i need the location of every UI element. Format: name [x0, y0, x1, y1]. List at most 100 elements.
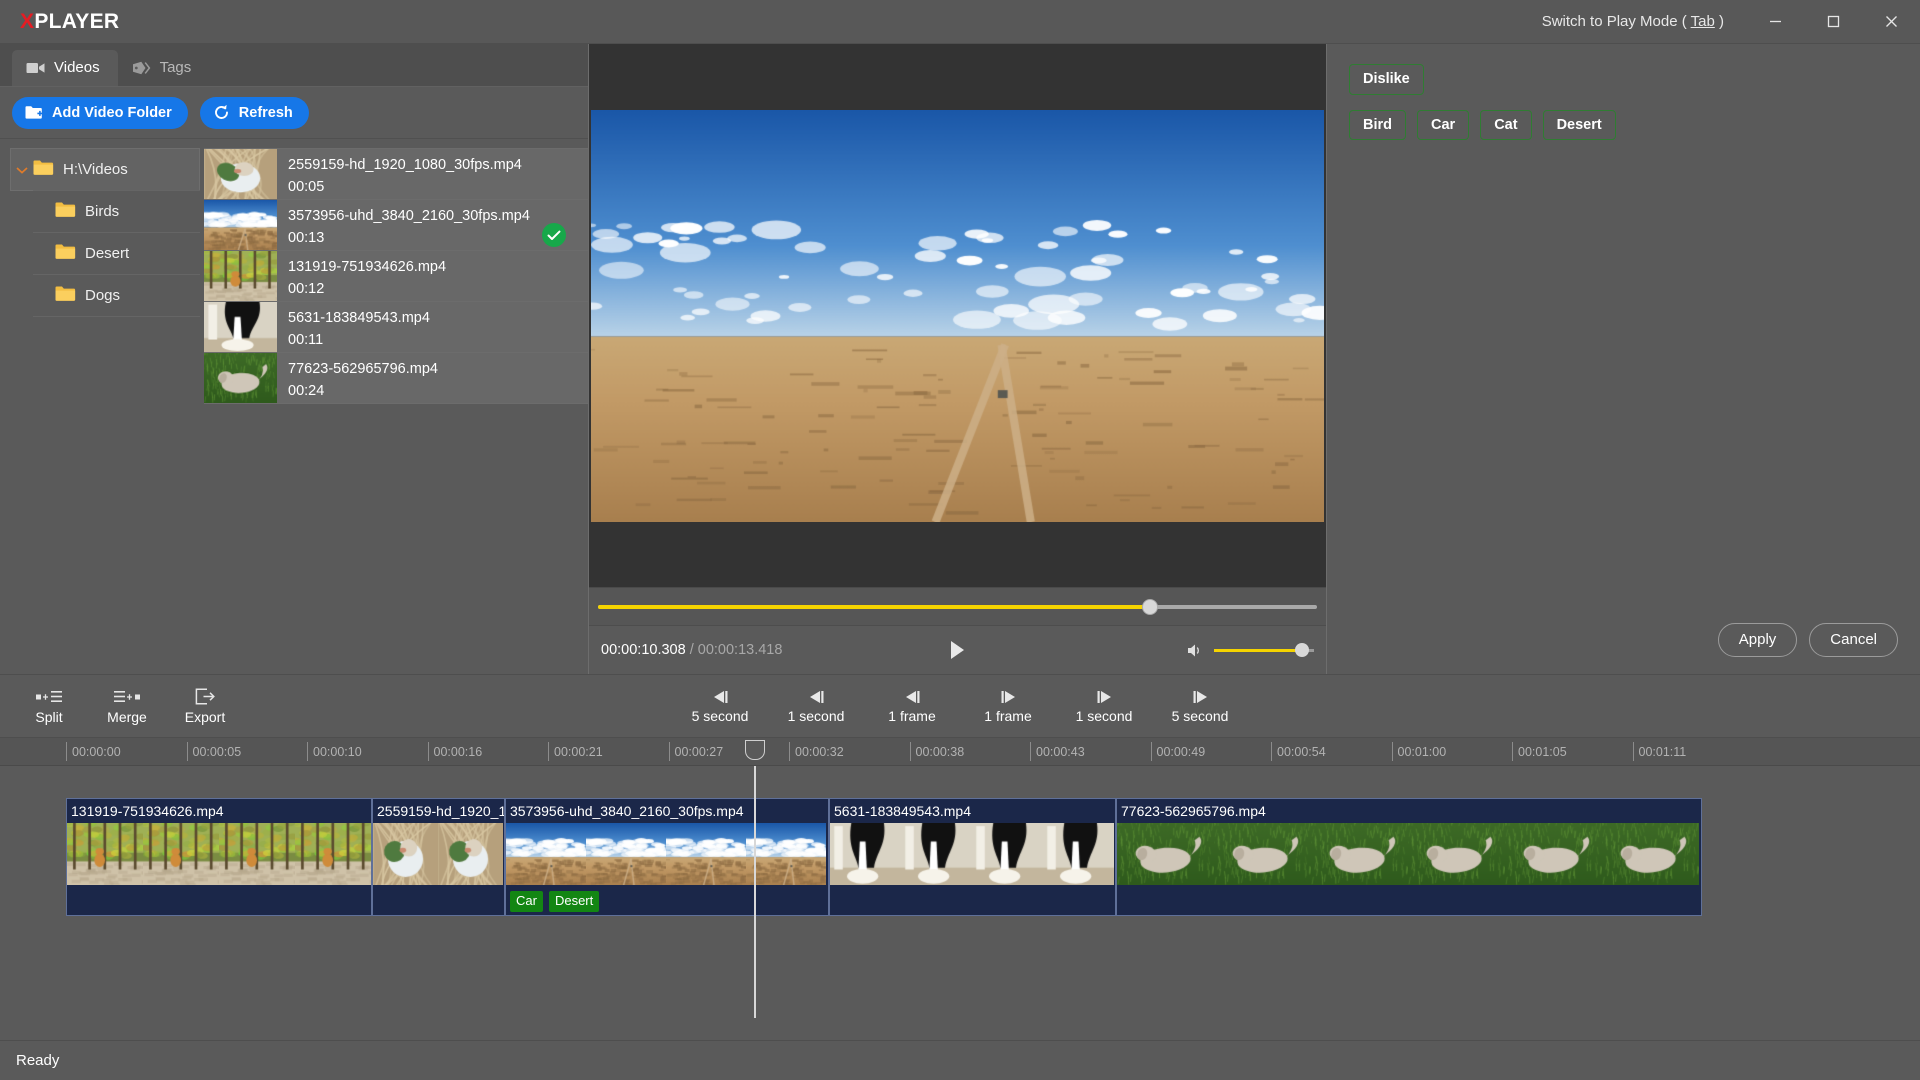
filmstrip-frame — [901, 823, 972, 885]
clip-tag-car[interactable]: Car — [510, 891, 543, 912]
filmstrip-frame — [1505, 823, 1602, 885]
video-file-name: 2559159-hd_1920_1080_30fps.mp4 — [288, 155, 588, 176]
video-file-name: 5631-183849543.mp4 — [288, 308, 588, 329]
chevron-down-icon[interactable] — [11, 166, 33, 174]
video-duration: 00:05 — [288, 177, 588, 198]
speaker-icon[interactable] — [1187, 643, 1204, 658]
filmstrip-frame — [972, 823, 1043, 885]
seek-bar-row — [589, 587, 1326, 625]
clip-title: 5631-183849543.mp4 — [830, 799, 1115, 823]
video-list: 2559159-hd_1920_1080_30fps.mp400:0535739… — [200, 139, 588, 674]
player-controls: 00:00:10.308 / 00:00:13.418 — [589, 625, 1326, 674]
playhead-handle[interactable] — [745, 740, 765, 760]
video-thumbnail — [204, 251, 277, 301]
tree-item-hvideos[interactable]: H:\Videos — [10, 148, 200, 191]
maximize-button[interactable] — [1804, 0, 1862, 44]
folder-icon — [55, 243, 76, 264]
step-label: 5 second — [1172, 708, 1229, 724]
ruler-tick-label: 00:01:11 — [1633, 745, 1687, 759]
seek-bar[interactable] — [598, 605, 1317, 609]
tree-item-desert[interactable]: Desert — [33, 232, 200, 275]
folder-icon — [33, 159, 54, 180]
clip-filmstrip — [830, 823, 1115, 885]
tab-tags[interactable]: Tags — [118, 50, 210, 86]
timeline-clip[interactable]: 77623-562965796.mp4 — [1116, 798, 1702, 916]
export-button[interactable]: Export — [166, 687, 244, 725]
ruler-tick-label: 00:01:05 — [1512, 745, 1567, 759]
ruler-tick-label: 00:00:16 — [428, 745, 483, 759]
dislike-chip[interactable]: Dislike — [1349, 64, 1424, 95]
volume-slider-fill — [1214, 649, 1302, 652]
merge-button[interactable]: Merge — [88, 687, 166, 725]
ruler-tick: 00:00:54 — [1271, 738, 1326, 766]
play-button[interactable] — [941, 633, 975, 667]
filmstrip-frame — [1311, 823, 1408, 885]
add-video-folder-button[interactable]: Add Video Folder — [12, 97, 188, 129]
step-forward-5-second[interactable]: 5 second — [1152, 688, 1248, 724]
video-thumbnail — [204, 353, 277, 403]
clip-filmstrip — [373, 823, 504, 885]
step-forward-icon — [998, 688, 1019, 705]
video-list-item[interactable]: 2559159-hd_1920_1080_30fps.mp400:05 — [204, 148, 588, 200]
video-preview-canvas — [591, 110, 1324, 522]
split-label: Split — [35, 709, 62, 725]
video-list-item[interactable]: 77623-562965796.mp400:24 — [204, 352, 588, 404]
video-meta: 77623-562965796.mp400:24 — [277, 353, 588, 403]
filmstrip-frame — [746, 823, 826, 885]
step-back-5-second[interactable]: 5 second — [672, 688, 768, 724]
clip-filmstrip — [506, 823, 828, 885]
video-list-item[interactable]: 5631-183849543.mp400:11 — [204, 301, 588, 353]
clip-filmstrip — [67, 823, 371, 885]
seek-bar-handle[interactable] — [1142, 599, 1158, 615]
time-separator: / — [686, 642, 698, 658]
tag-panel-actions: Apply Cancel — [1349, 623, 1898, 675]
step-forward-1-second[interactable]: 1 second — [1056, 688, 1152, 724]
filmstrip-frame — [666, 823, 746, 885]
tag-chip-bird[interactable]: Bird — [1349, 110, 1406, 141]
timeline-clip[interactable]: 3573956-uhd_3840_2160_30fps.mp4CarDesert — [505, 798, 829, 916]
ruler-tick: 00:00:49 — [1151, 738, 1206, 766]
tag-chip-car[interactable]: Car — [1417, 110, 1469, 141]
video-list-item[interactable]: 131919-751934626.mp400:12 — [204, 250, 588, 302]
timeline-track[interactable]: 131919-751934626.mp42559159-hd_1920_1080… — [0, 766, 1920, 1040]
close-button[interactable] — [1862, 0, 1920, 44]
timeline-clip[interactable]: 2559159-hd_1920_1080_30fps.mp4 — [372, 798, 505, 916]
ruler-tick: 00:00:38 — [910, 738, 965, 766]
ruler-tick-label: 00:00:21 — [548, 745, 603, 759]
timeline-clip[interactable]: 131919-751934626.mp4 — [66, 798, 372, 916]
volume-slider-handle[interactable] — [1295, 643, 1309, 657]
cancel-button[interactable]: Cancel — [1809, 623, 1898, 658]
timeline-step-buttons: 5 second1 second1 frame1 frame1 second5 … — [672, 688, 1248, 724]
timeline-edit-tools: Split MergeExport — [0, 687, 244, 725]
apply-button[interactable]: Apply — [1718, 623, 1798, 658]
split-button[interactable]: Split — [10, 687, 88, 725]
tab-videos[interactable]: Videos — [12, 50, 118, 86]
clip-tag-desert[interactable]: Desert — [549, 891, 599, 912]
folder-icon — [55, 285, 76, 306]
library-panel: Videos Tags Add Vide — [0, 44, 589, 674]
video-preview[interactable] — [591, 110, 1324, 522]
refresh-button[interactable]: Refresh — [200, 97, 309, 129]
switch-to-play-mode-button[interactable]: Switch to Play Mode ( Tab ) — [1542, 13, 1746, 30]
dislike-row: Dislike — [1349, 64, 1898, 95]
timeline-clip[interactable]: 5631-183849543.mp4 — [829, 798, 1116, 916]
volume-slider[interactable] — [1214, 649, 1314, 652]
filmstrip-frame — [506, 823, 586, 885]
timeline-ruler[interactable]: 00:00:0000:00:0500:00:1000:00:1600:00:21… — [0, 738, 1920, 766]
video-duration: 00:11 — [288, 330, 588, 351]
step-forward-1-frame[interactable]: 1 frame — [960, 688, 1056, 724]
step-back-1-frame[interactable]: 1 frame — [864, 688, 960, 724]
step-backward-icon — [710, 688, 731, 705]
filmstrip-frame — [438, 823, 503, 885]
timeline-playhead[interactable] — [754, 766, 756, 1018]
title-bar: XPLAYER Switch to Play Mode ( Tab ) — [0, 0, 1920, 44]
step-back-1-second[interactable]: 1 second — [768, 688, 864, 724]
minimize-button[interactable] — [1746, 0, 1804, 44]
tree-item-birds[interactable]: Birds — [33, 190, 200, 233]
tree-item-dogs[interactable]: Dogs — [33, 274, 200, 317]
refresh-icon — [213, 104, 230, 121]
video-list-item[interactable]: 3573956-uhd_3840_2160_30fps.mp400:13 — [204, 199, 588, 251]
step-forward-icon — [1190, 688, 1211, 705]
tag-chip-cat[interactable]: Cat — [1480, 110, 1531, 141]
tag-chip-desert[interactable]: Desert — [1543, 110, 1616, 141]
